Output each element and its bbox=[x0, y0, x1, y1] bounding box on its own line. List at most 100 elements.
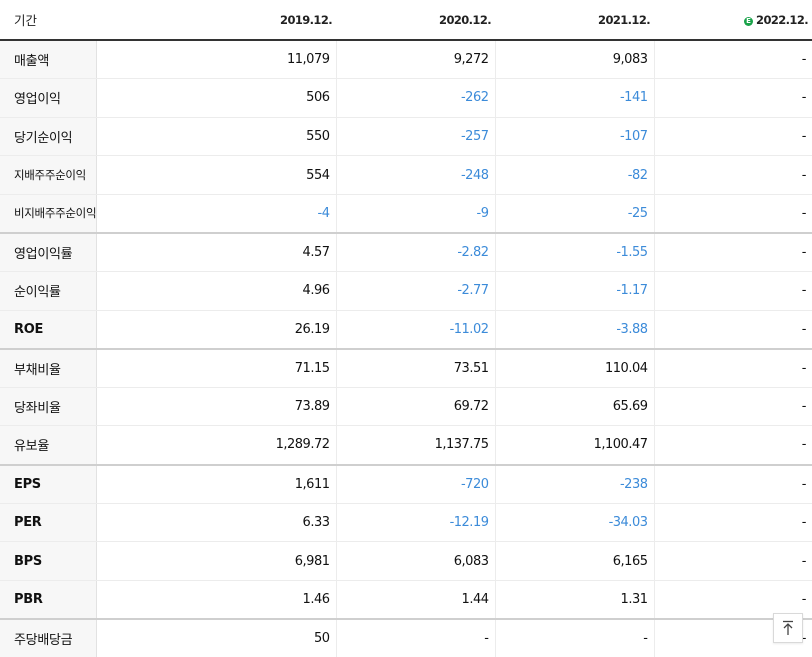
row-label: 당기순이익 bbox=[0, 117, 97, 157]
table-cell: - bbox=[495, 617, 655, 657]
table-cell: - bbox=[654, 503, 812, 543]
table-cell: -4 bbox=[96, 194, 337, 234]
table-cell: -82 bbox=[495, 155, 655, 195]
table-row: 주당배당금 50 - - - bbox=[0, 617, 812, 657]
row-label: EPS bbox=[0, 463, 97, 504]
table-cell: -248 bbox=[336, 155, 496, 195]
row-label: PBR bbox=[0, 580, 97, 620]
table-cell: -25 bbox=[495, 194, 655, 234]
table-cell: 73.89 bbox=[96, 387, 337, 427]
table-cell: -1.17 bbox=[495, 271, 655, 311]
row-label: 지배주주순이익 bbox=[0, 155, 97, 195]
table-cell: -262 bbox=[336, 78, 496, 118]
table-cell: -238 bbox=[495, 463, 655, 504]
table-cell: 4.57 bbox=[96, 231, 337, 273]
table-cell: -2.77 bbox=[336, 271, 496, 311]
table-cell: - bbox=[654, 117, 812, 157]
table-row: EPS 1,611 -720 -238 - bbox=[0, 463, 812, 504]
table-cell: 1,100.47 bbox=[495, 425, 655, 466]
table-row: PER 6.33 -12.19 -34.03 - bbox=[0, 503, 812, 543]
table-cell: 6,165 bbox=[495, 541, 655, 581]
table-cell: -257 bbox=[336, 117, 496, 157]
table-row: 유보율 1,289.72 1,137.75 1,100.47 - bbox=[0, 425, 812, 466]
table-cell: 71.15 bbox=[96, 347, 337, 388]
row-label: 당좌비율 bbox=[0, 387, 97, 427]
table-cell: - bbox=[654, 78, 812, 118]
table-cell: 110.04 bbox=[495, 347, 655, 388]
table-row: 비지배주주순이익 -4 -9 -25 - bbox=[0, 194, 812, 234]
table-cell: 1,611 bbox=[96, 463, 337, 504]
table-cell: 1.31 bbox=[495, 580, 655, 620]
table-row: PBR 1.46 1.44 1.31 - bbox=[0, 580, 812, 620]
table-cell: 9,083 bbox=[495, 40, 655, 80]
table-cell: -12.19 bbox=[336, 503, 496, 543]
table-cell: 6,981 bbox=[96, 541, 337, 581]
table-cell: -34.03 bbox=[495, 503, 655, 543]
period-header-2019: 2019.12. bbox=[96, 0, 336, 41]
table-cell: - bbox=[654, 194, 812, 234]
row-label: 영업이익률 bbox=[0, 231, 97, 273]
period-header-2022-label: 2022.12. bbox=[756, 12, 809, 27]
table-cell: 65.69 bbox=[495, 387, 655, 427]
table-cell: 1.46 bbox=[96, 580, 337, 620]
table-row: 영업이익 506 -262 -141 - bbox=[0, 78, 812, 118]
table-cell: -11.02 bbox=[336, 310, 496, 350]
row-label: PER bbox=[0, 503, 97, 543]
table-cell: -9 bbox=[336, 194, 496, 234]
table-row: 당기순이익 550 -257 -107 - bbox=[0, 117, 812, 157]
table-cell: -3.88 bbox=[495, 310, 655, 350]
arrow-up-icon bbox=[783, 620, 793, 635]
table-cell: - bbox=[654, 387, 812, 427]
financial-summary-table: 기간 2019.12. 2020.12. 2021.12. E 2022.12. … bbox=[0, 0, 812, 657]
table-row: 매출액 11,079 9,272 9,083 - bbox=[0, 40, 812, 80]
table-cell: 1.44 bbox=[336, 580, 496, 620]
table-row: 당좌비율 73.89 69.72 65.69 - bbox=[0, 387, 812, 427]
table-cell: -720 bbox=[336, 463, 496, 504]
table-cell: - bbox=[654, 271, 812, 311]
table-cell: - bbox=[654, 310, 812, 350]
table-header-row: 기간 2019.12. 2020.12. 2021.12. E 2022.12. bbox=[0, 0, 812, 41]
financial-summary-panel: 기간 2019.12. 2020.12. 2021.12. E 2022.12. … bbox=[0, 0, 812, 657]
table-cell: -141 bbox=[495, 78, 655, 118]
table-cell: -1.55 bbox=[495, 231, 655, 273]
table-cell: - bbox=[654, 40, 812, 80]
table-row: 영업이익률 4.57 -2.82 -1.55 - bbox=[0, 231, 812, 273]
period-header-2021: 2021.12. bbox=[495, 0, 654, 41]
row-label: ROE bbox=[0, 310, 97, 350]
table-cell: 4.96 bbox=[96, 271, 337, 311]
table-row: 부채비율 71.15 73.51 110.04 - bbox=[0, 347, 812, 388]
table-cell: -107 bbox=[495, 117, 655, 157]
table-row: ROE 26.19 -11.02 -3.88 - bbox=[0, 310, 812, 350]
table-row: BPS 6,981 6,083 6,165 - bbox=[0, 541, 812, 581]
row-label: 유보율 bbox=[0, 425, 97, 466]
period-header-label: 기간 bbox=[0, 0, 96, 41]
scroll-to-top-button[interactable] bbox=[773, 613, 803, 643]
table-cell: 73.51 bbox=[336, 347, 496, 388]
row-label: BPS bbox=[0, 541, 97, 581]
estimate-badge-icon: E bbox=[744, 16, 754, 26]
period-header-2020: 2020.12. bbox=[336, 0, 495, 41]
table-cell: - bbox=[654, 231, 812, 273]
table-cell: -2.82 bbox=[336, 231, 496, 273]
period-header-2022-estimate: E 2022.12. bbox=[654, 0, 812, 41]
table-cell: 69.72 bbox=[336, 387, 496, 427]
table-cell: 6,083 bbox=[336, 541, 496, 581]
table-cell: - bbox=[654, 463, 812, 504]
row-label: 영업이익 bbox=[0, 78, 97, 118]
row-label: 부채비율 bbox=[0, 347, 97, 388]
table-cell: 6.33 bbox=[96, 503, 337, 543]
table-cell: 26.19 bbox=[96, 310, 337, 350]
row-label: 주당배당금 bbox=[0, 617, 97, 657]
table-row: 순이익률 4.96 -2.77 -1.17 - bbox=[0, 271, 812, 311]
table-cell: - bbox=[336, 617, 496, 657]
table-cell: 506 bbox=[96, 78, 337, 118]
table-cell: - bbox=[654, 425, 812, 466]
table-cell: 9,272 bbox=[336, 40, 496, 80]
row-label: 순이익률 bbox=[0, 271, 97, 311]
table-cell: 11,079 bbox=[96, 40, 337, 80]
table-cell: 1,289.72 bbox=[96, 425, 337, 466]
table-cell: 554 bbox=[96, 155, 337, 195]
table-cell: 50 bbox=[96, 617, 337, 657]
row-label: 비지배주주순이익 bbox=[0, 194, 97, 234]
table-cell: 1,137.75 bbox=[336, 425, 496, 466]
